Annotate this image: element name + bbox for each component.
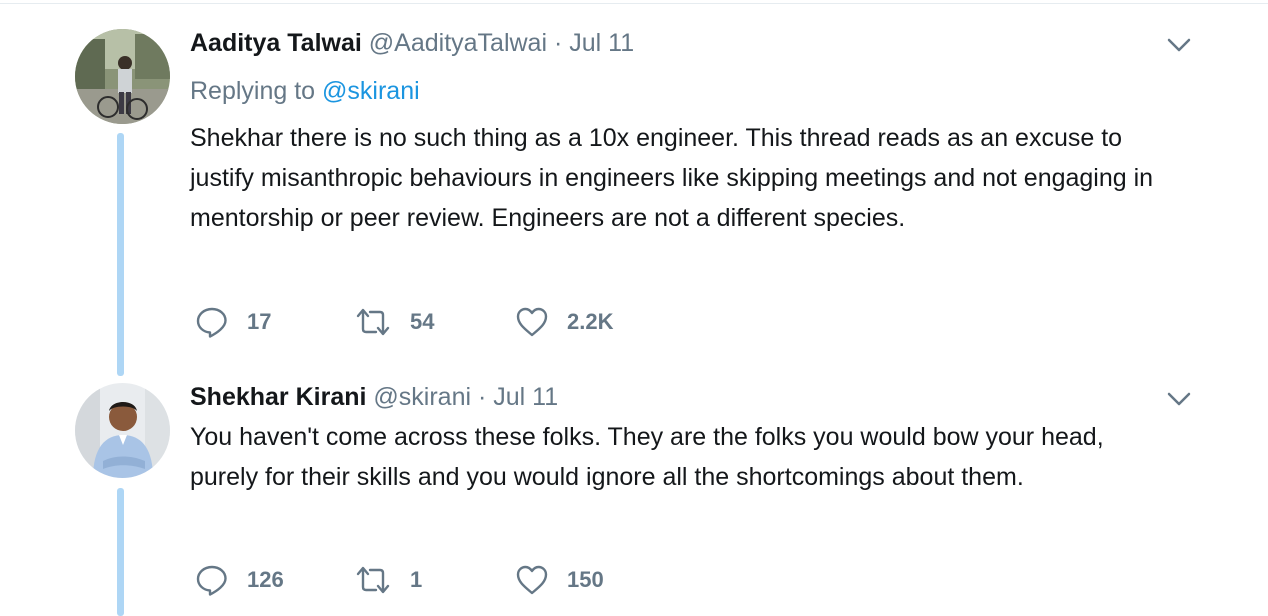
like-button[interactable]: 2.2K xyxy=(515,305,613,339)
top-divider xyxy=(0,3,1268,4)
like-count: 2.2K xyxy=(567,309,614,334)
retweet-icon xyxy=(354,563,392,597)
heart-icon xyxy=(515,563,549,597)
retweet-button[interactable]: 1 xyxy=(354,563,422,597)
author-handle[interactable]: @skirani xyxy=(373,383,471,411)
tweet-date[interactable]: Jul 11 xyxy=(493,383,558,411)
avatar[interactable] xyxy=(75,29,170,124)
avatar[interactable] xyxy=(75,383,170,478)
retweet-count: 1 xyxy=(410,567,423,592)
author-handle[interactable]: @AadityaTalwai xyxy=(369,29,547,57)
like-count: 150 xyxy=(567,567,604,592)
tweet-date[interactable]: Jul 11 xyxy=(569,29,634,57)
thread-connector-line xyxy=(117,133,124,376)
reply-count: 17 xyxy=(247,309,272,334)
tweet-actions: 126 1 150 xyxy=(190,563,790,597)
tweet-header: Aaditya Talwai @AadityaTalwai · Jul 11 xyxy=(190,28,634,58)
chevron-down-icon[interactable] xyxy=(1165,389,1193,409)
like-button[interactable]: 150 xyxy=(515,563,604,597)
reply-icon xyxy=(195,563,229,597)
tweet-header: Shekhar Kirani @skirani · Jul 11 xyxy=(190,382,558,412)
tweet-actions: 17 54 2.2K xyxy=(190,305,790,339)
author-name[interactable]: Aaditya Talwai xyxy=(190,29,362,57)
reply-count: 126 xyxy=(247,567,284,592)
retweet-icon xyxy=(354,305,392,339)
tweet-text: Shekhar there is no such thing as a 10x … xyxy=(190,124,1154,232)
reply-icon xyxy=(195,305,229,339)
replying-to-label: Replying to xyxy=(190,77,316,105)
reply-button[interactable]: 126 xyxy=(195,563,284,597)
heart-icon xyxy=(515,305,549,339)
retweet-count: 54 xyxy=(410,309,435,334)
separator-dot: · xyxy=(477,383,487,411)
chevron-down-icon[interactable] xyxy=(1165,35,1193,55)
tweet-text: You haven't come across these folks. The… xyxy=(190,423,1104,491)
retweet-button[interactable]: 54 xyxy=(354,305,434,339)
thread-connector-line xyxy=(117,488,124,616)
reply-button[interactable]: 17 xyxy=(195,305,271,339)
replying-to-link[interactable]: @skirani xyxy=(322,77,420,105)
replying-to-line: Replying to @skirani xyxy=(190,76,420,106)
author-name[interactable]: Shekhar Kirani xyxy=(190,383,366,411)
separator-dot: · xyxy=(553,29,563,57)
